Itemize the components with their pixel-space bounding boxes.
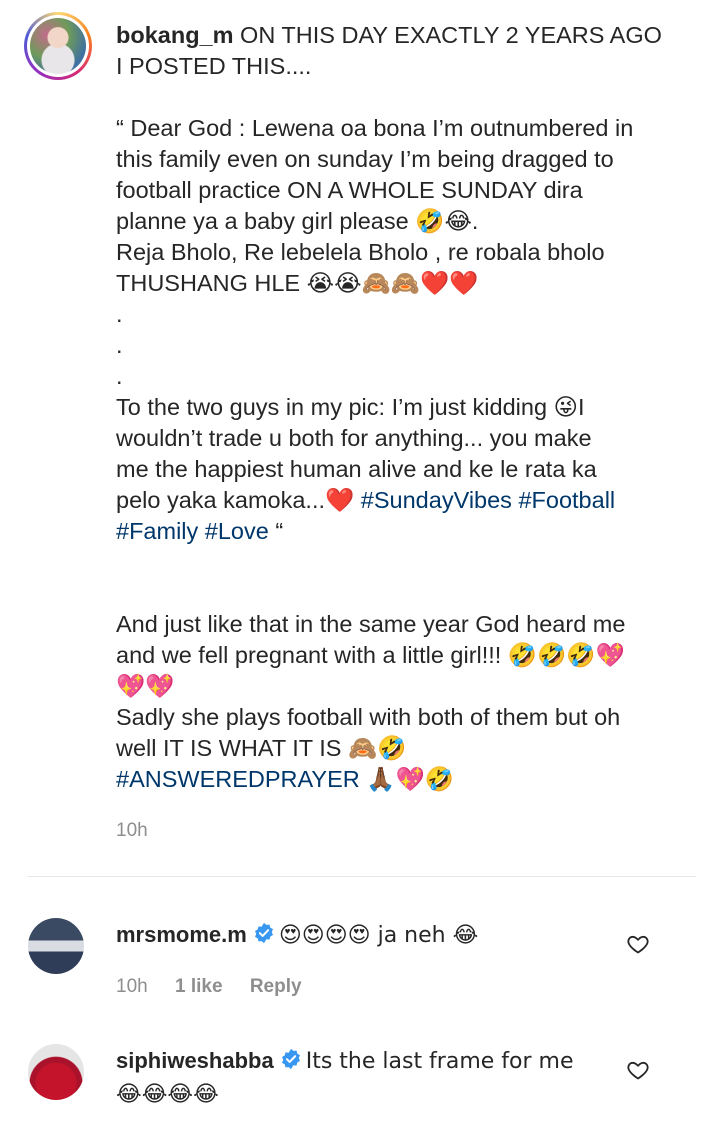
avatar-image: [30, 18, 86, 74]
comment-likes[interactable]: 1 like: [175, 976, 223, 997]
comment-text: mrsmome.m 😍😍😍😍 ja neh 😂: [116, 919, 616, 952]
heart-outline-icon[interactable]: [626, 932, 650, 956]
post-timestamp: 10h: [116, 820, 148, 841]
caption-body-2: “ And just like that in the same year Go…: [116, 518, 626, 761]
post-caption: bokang_m ON THIS DAY EXACTLY 2 YEARS AGO…: [116, 20, 676, 795]
hashtag-answeredprayer[interactable]: #ANSWEREDPRAYER: [116, 766, 360, 792]
caption-body-3: 🙏🏾💖🤣: [359, 766, 455, 792]
comment-avatar[interactable]: [28, 1044, 84, 1100]
comment-username[interactable]: siphiweshabba: [116, 1048, 274, 1073]
comment-body: 😍😍😍😍 ja neh 😂: [278, 923, 479, 948]
caption-body: ON THIS DAY EXACTLY 2 YEARS AGO I POSTED…: [116, 22, 662, 513]
reply-button[interactable]: Reply: [250, 976, 302, 997]
post-author-avatar[interactable]: [24, 12, 92, 80]
verified-badge-icon: [280, 1047, 302, 1078]
verified-badge-icon: [253, 921, 275, 952]
heart-outline-icon[interactable]: [626, 1058, 650, 1082]
comment-meta: 10h 1 like Reply: [116, 976, 324, 998]
comment-username[interactable]: mrsmome.m: [116, 922, 247, 947]
post-author-username[interactable]: bokang_m: [116, 22, 234, 48]
comment-avatar[interactable]: [28, 918, 84, 974]
divider: [28, 876, 696, 877]
comment-text: siphiweshabba Its the last frame for me 😂…: [116, 1045, 616, 1110]
comment-timestamp: 10h: [116, 976, 148, 997]
